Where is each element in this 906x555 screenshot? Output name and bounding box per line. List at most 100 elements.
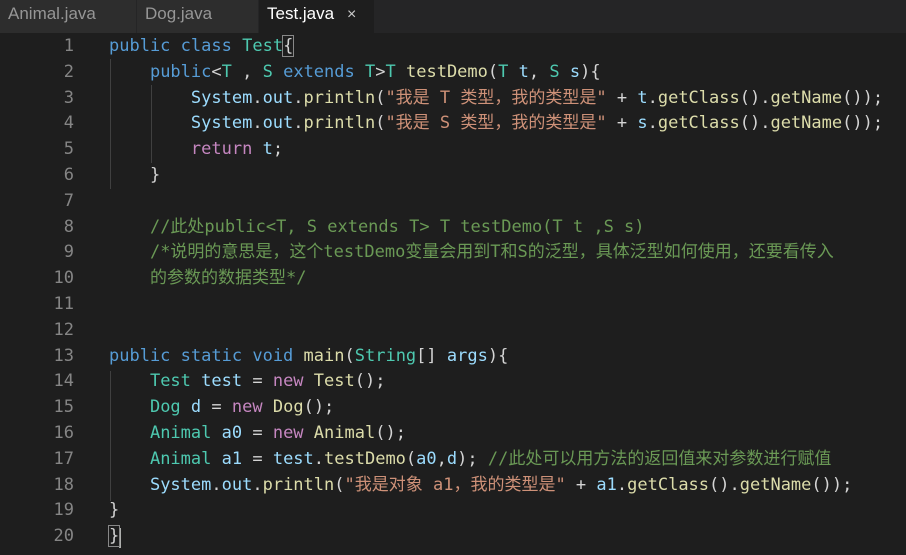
code-line[interactable]: Test test = new Test(); [109, 368, 386, 394]
line-number: 8 [63, 216, 74, 237]
code-token: ( [375, 113, 386, 134]
code-token: extends [283, 61, 355, 82]
line-number: 14 [53, 371, 74, 392]
code-token: a1 [596, 474, 617, 495]
code-token: Animal [149, 448, 212, 469]
code-token: } [109, 500, 120, 521]
line-number: 5 [63, 139, 74, 160]
code-line[interactable]: return t; [109, 136, 283, 162]
code-token: + [606, 87, 638, 108]
code-line[interactable]: System.out.println("我是对象 a1，我的类型是" + a1.… [109, 472, 852, 498]
code-token: (); [375, 423, 406, 443]
code-line[interactable]: System.out.println("我是 T 类型，我的类型是" + t.g… [109, 85, 883, 111]
code-token: a0 [221, 423, 243, 443]
code-line[interactable]: public class Test{ [109, 33, 295, 59]
code-token: getName [770, 87, 843, 108]
code-token: + [606, 113, 638, 134]
line-number: 4 [63, 113, 74, 134]
code-token: test [201, 371, 243, 392]
code-token: . [313, 448, 325, 469]
code-token: args [446, 345, 488, 366]
text-cursor [119, 528, 121, 548]
code-token: ; [272, 139, 284, 160]
tab-animal-java[interactable]: Animal.java [0, 0, 137, 33]
code-token: new [272, 371, 304, 392]
code-token: . [252, 87, 263, 108]
code-token: (). [709, 474, 740, 495]
code-line[interactable]: } [107, 523, 121, 549]
code-token: /*说明的意思是，这个testDemo变量会用到T和S的泛型，具体泛型如何使用，… [149, 242, 834, 263]
code-token: = [242, 423, 273, 443]
code-token: ()); [811, 474, 853, 495]
line-number: 11 [53, 294, 74, 314]
line-number: 18 [53, 474, 74, 495]
code-token: , [231, 61, 263, 82]
code-token: ( [334, 474, 345, 495]
code-token: //此处public<T, S extends T> T testDemo(T … [149, 216, 645, 237]
code-line[interactable]: 的参数的数据类型*/ [109, 265, 306, 291]
code-token: S [262, 61, 273, 82]
code-token: new [272, 423, 304, 443]
line-number: 10 [53, 268, 74, 289]
close-icon[interactable]: × [347, 1, 356, 28]
code-line[interactable]: public<T , S extends T>T testDemo(T t, S… [109, 59, 601, 85]
code-token: a1 [221, 448, 243, 469]
code-token: t [637, 87, 648, 108]
code-token: s [637, 113, 648, 134]
line-number: 2 [63, 61, 74, 82]
code-token: return [190, 139, 253, 160]
code-token: main [303, 345, 345, 366]
code-token: } [109, 165, 161, 185]
code-line[interactable]: Dog d = new Dog(); [109, 394, 334, 420]
code-line[interactable]: System.out.println("我是 S 类型，我的类型是" + s.g… [109, 110, 883, 136]
tab-dog-java[interactable]: Dog.java [137, 0, 259, 33]
tab-label: Dog.java [145, 4, 213, 23]
code-editor[interactable]: 1 2 3 4 5 6 7 8 9 10 11 12 13 14 15 16 17 18 19 20 public cl… [0, 33, 906, 555]
code-line[interactable]: Animal a1 = test.testDemo(a0,d); //此处可以用… [109, 446, 831, 472]
code-token: getName [770, 113, 843, 134]
code-token: out [262, 113, 294, 134]
line-number: 20 [53, 526, 74, 547]
code-token: . [647, 113, 658, 134]
line-number: 9 [63, 242, 74, 263]
code-line[interactable]: } [109, 497, 119, 523]
tab-label: Animal.java [8, 4, 96, 23]
code-token: d [190, 397, 202, 418]
code-token: Test [242, 36, 284, 56]
code-token: S [549, 61, 560, 82]
code-line[interactable]: /*说明的意思是，这个testDemo变量会用到T和S的泛型，具体泛型如何使用，… [109, 239, 834, 265]
code-token: ){ [580, 61, 601, 82]
tab-test-java[interactable]: Test.java × [259, 0, 375, 33]
code-line[interactable]: //此处public<T, S extends T> T testDemo(T … [109, 214, 645, 240]
code-token: "我是对象 a1，我的类型是" [344, 474, 566, 495]
code-token: . [211, 474, 222, 495]
code-token: 的参数的数据类型*/ [149, 268, 307, 289]
line-number: 7 [63, 190, 74, 211]
code-token: "我是 S 类型，我的类型是" [385, 113, 607, 134]
code-line[interactable]: } [109, 162, 160, 188]
tab-label: Test.java [267, 4, 335, 23]
code-token: , [436, 448, 447, 469]
code-token: . [616, 474, 628, 495]
code-token: Animal [149, 423, 212, 443]
code-line[interactable]: public static void main(String[] args){ [109, 343, 508, 369]
code-token: public [109, 345, 171, 366]
code-line[interactable]: Animal a0 = new Animal(); [109, 420, 406, 446]
code-token: . [293, 87, 304, 108]
code-token: ( [375, 87, 386, 108]
